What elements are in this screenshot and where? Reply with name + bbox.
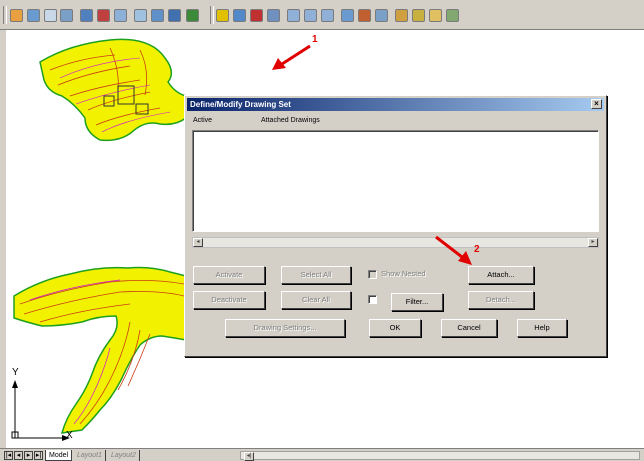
query-library-icon[interactable] (250, 9, 263, 22)
print-icon[interactable] (186, 9, 199, 22)
scroll-left-arrow[interactable]: ◂ (193, 238, 203, 247)
drawing-horizontal-scrollbar[interactable]: ◂| (240, 451, 640, 461)
save-icon[interactable] (80, 9, 93, 22)
export-icon[interactable] (151, 9, 164, 22)
next-tab-button[interactable]: ▸ (24, 451, 33, 460)
dialog-titlebar[interactable]: Define/Modify Drawing Set × (187, 98, 604, 111)
view-icon[interactable] (97, 9, 110, 22)
map-tool-icon[interactable] (287, 9, 300, 22)
list-horizontal-scrollbar[interactable]: ◂ ▸ (192, 237, 599, 248)
annotation-number-2: 2 (474, 244, 480, 255)
column-header-active[interactable]: Active (193, 117, 212, 124)
drawing-set-icon[interactable] (44, 9, 57, 22)
toolbar-grip (3, 6, 7, 24)
annotation-arrow-1 (272, 44, 311, 70)
tab-layout1[interactable]: Layout1 (74, 450, 106, 461)
layer-icon[interactable] (10, 9, 23, 22)
annotation-icon[interactable] (412, 9, 425, 22)
map-tool-icon[interactable] (321, 9, 334, 22)
zoom-window-icon[interactable] (27, 9, 40, 22)
tab-layout2[interactable]: Layout2 (108, 450, 140, 461)
activate-button[interactable]: Activate (193, 266, 265, 284)
zoom-search-icon[interactable] (267, 9, 280, 22)
define-drawing-set-icon[interactable] (233, 9, 246, 22)
annotation-arrow-2 (435, 235, 472, 265)
drawing-scroll-left-arrow[interactable]: ◂| (244, 452, 254, 461)
column-header-attached-drawings[interactable]: Attached Drawings (261, 117, 320, 124)
cancel-button[interactable]: Cancel (441, 319, 497, 337)
filter-checkbox[interactable] (368, 295, 377, 304)
book-icon[interactable] (358, 9, 371, 22)
filter-button[interactable]: Filter... (391, 293, 443, 311)
attach-icon[interactable] (134, 9, 147, 22)
properties-icon[interactable] (375, 9, 388, 22)
query-icon[interactable] (60, 9, 73, 22)
help-button[interactable]: Help (517, 319, 567, 337)
select-all-button[interactable]: Select All (281, 266, 351, 284)
map-toolbar (0, 0, 644, 30)
lightning-icon[interactable] (216, 9, 229, 22)
first-tab-button[interactable]: |◂ (4, 451, 13, 460)
show-nested-label: Show Nested (381, 269, 426, 278)
deactivate-button[interactable]: Deactivate (193, 291, 265, 309)
table-icon[interactable] (429, 9, 442, 22)
toolbar-separator (210, 6, 214, 24)
ucs-x-label: X (66, 430, 73, 441)
attached-drawings-list[interactable] (192, 130, 599, 232)
layout-tabs-bar: |◂ ◂ ▸ ▸| Model Layout1 Layout2 ◂| (0, 448, 644, 461)
attach-button[interactable]: Attach... (468, 266, 534, 284)
globe-icon[interactable] (168, 9, 181, 22)
tab-model[interactable]: Model (45, 450, 73, 461)
dialog-title: Define/Modify Drawing Set (190, 100, 291, 109)
close-button[interactable]: × (591, 99, 602, 109)
scroll-right-arrow[interactable]: ▸ (588, 238, 598, 247)
clear-all-button[interactable]: Clear All (281, 291, 351, 309)
ok-button[interactable]: OK (369, 319, 421, 337)
map-icon[interactable] (114, 9, 127, 22)
object-data-icon[interactable] (341, 9, 354, 22)
show-nested-checkbox[interactable] (368, 270, 377, 279)
annotation-number-1: 1 (312, 34, 318, 45)
detach-button[interactable]: Detach... (468, 291, 534, 309)
last-tab-button[interactable]: ▸| (34, 451, 43, 460)
ucs-icon (11, 380, 70, 441)
previous-tab-button[interactable]: ◂ (14, 451, 23, 460)
map-tool-icon[interactable] (304, 9, 317, 22)
ucs-y-label: Y (12, 367, 19, 378)
grid-icon[interactable] (446, 9, 459, 22)
topology-icon[interactable] (395, 9, 408, 22)
drawing-settings-button[interactable]: Drawing Settings... (225, 319, 345, 337)
define-drawing-set-dialog: Define/Modify Drawing Set × Active Attac… (184, 95, 607, 357)
